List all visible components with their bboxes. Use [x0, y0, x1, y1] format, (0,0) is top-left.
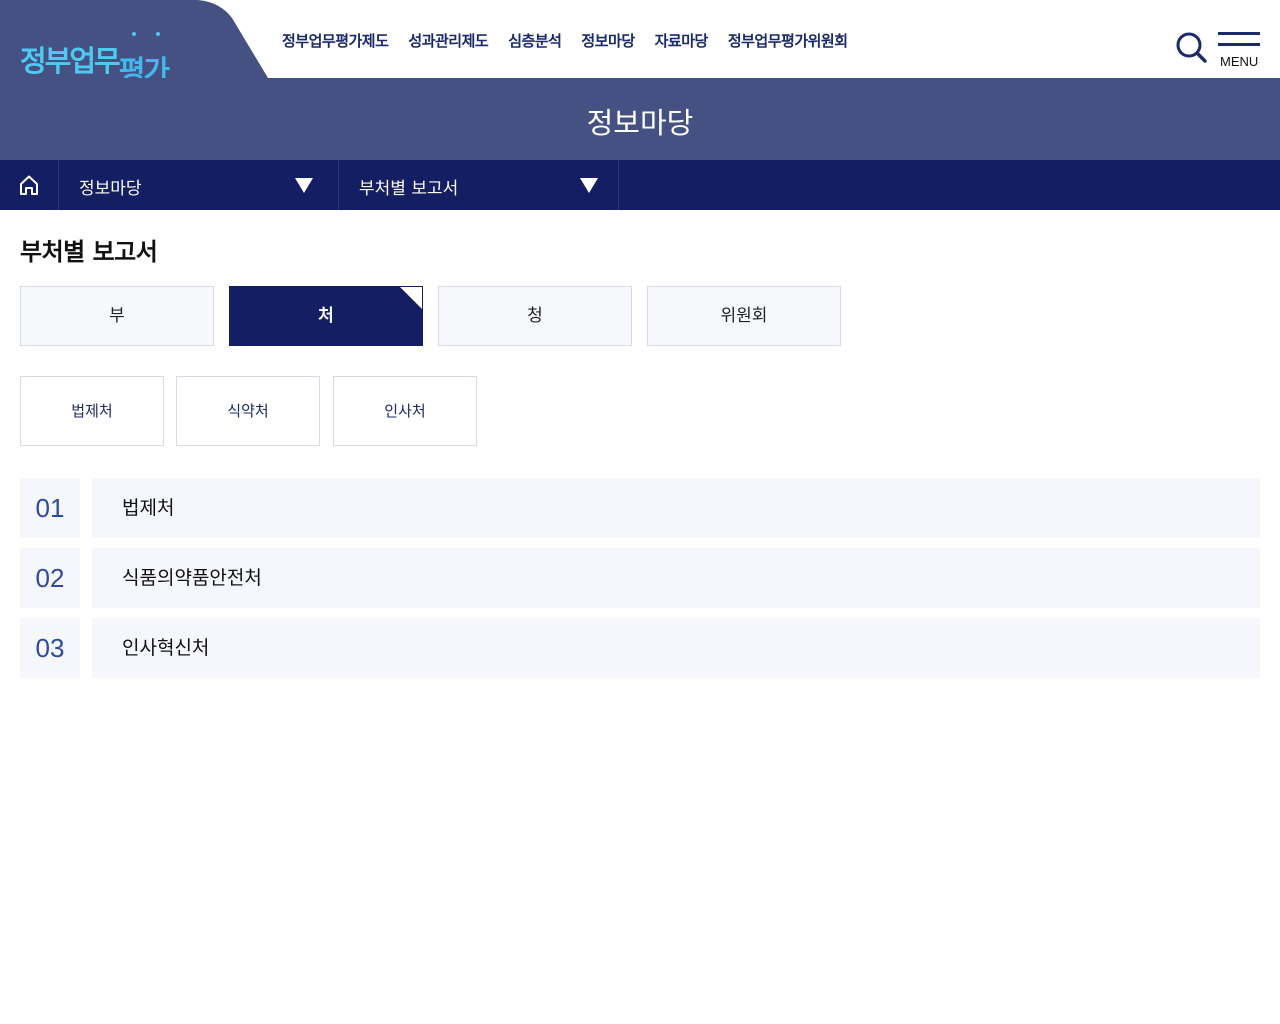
nav-item-resources[interactable]: 자료마당 [655, 30, 709, 54]
main-navigation: 정부업무평가제도 성과관리제도 심층분석 정보마당 자료마당 정부업무평가위원회 [282, 30, 848, 54]
location-bar: 정보마당 부처별 보고서 [0, 160, 1280, 210]
search-button[interactable] [1174, 30, 1208, 64]
nav-item-in-depth-analysis[interactable]: 심층분석 [508, 30, 562, 54]
menu-bar-icon [1218, 32, 1260, 35]
tab-label: 청 [527, 306, 543, 326]
list-item-name: 인사혁신처 [92, 618, 1260, 678]
tab-bu[interactable]: 부 [20, 286, 214, 346]
subtab-mpm[interactable]: 인사처 [333, 376, 477, 446]
active-tab-corner [400, 287, 422, 309]
subtab-label: 법제처 [71, 402, 113, 420]
list-item[interactable]: 01 법제처 [20, 478, 1260, 538]
tab-committee[interactable]: 위원회 [647, 286, 841, 346]
top-header: 정부업무 평가 정부업무평가제도 성과관리제도 심층분석 정보마당 자료마당 정… [0, 0, 1280, 86]
subtab-mfds[interactable]: 식약처 [176, 376, 320, 446]
subtab-label: 인사처 [384, 402, 426, 420]
location-select-level1[interactable]: 정보마당 [59, 160, 339, 210]
tab-cheong[interactable]: 청 [438, 286, 632, 346]
sub-visual-band: 정보마당 [0, 78, 1280, 160]
home-icon [20, 175, 38, 195]
all-menu-button[interactable]: MENU [1218, 32, 1262, 72]
chevron-down-icon [295, 178, 313, 193]
home-button[interactable] [0, 160, 59, 210]
location-level1-label: 정보마당 [79, 179, 142, 199]
logo-text-main: 정부업무 [20, 44, 121, 78]
list-item[interactable]: 02 식품의약품안전처 [20, 548, 1260, 608]
list-item[interactable]: 03 인사혁신처 [20, 618, 1260, 678]
menu-label: MENU [1220, 54, 1259, 69]
list-item-number: 01 [20, 478, 80, 538]
subtab-moleg[interactable]: 법제처 [20, 376, 164, 446]
page-title: 부처별 보고서 [20, 238, 158, 266]
search-icon [1176, 32, 1207, 63]
nav-item-performance-management[interactable]: 성과관리제도 [408, 30, 488, 54]
list-item-name: 식품의약품안전처 [92, 548, 1260, 608]
subtab-label: 식약처 [227, 402, 269, 420]
location-level2-label: 부처별 보고서 [359, 179, 459, 199]
nav-item-information[interactable]: 정보마당 [581, 30, 635, 54]
logo-dots-decoration [132, 32, 162, 38]
menu-bar-icon [1218, 43, 1260, 46]
nav-item-committee[interactable]: 정부업무평가위원회 [728, 30, 848, 54]
tab-cheo[interactable]: 처 [229, 286, 423, 346]
list-item-name: 법제처 [92, 478, 1260, 538]
chevron-down-icon [580, 178, 598, 193]
tab-label: 위원회 [720, 306, 768, 326]
nav-item-evaluation-system[interactable]: 정부업무평가제도 [282, 30, 389, 54]
location-select-level2[interactable]: 부처별 보고서 [339, 160, 619, 210]
tab-label: 처 [318, 306, 334, 326]
list-item-number: 02 [20, 548, 80, 608]
tab-label: 부 [109, 306, 125, 326]
section-title: 정보마당 [586, 106, 694, 140]
list-item-number: 03 [20, 618, 80, 678]
